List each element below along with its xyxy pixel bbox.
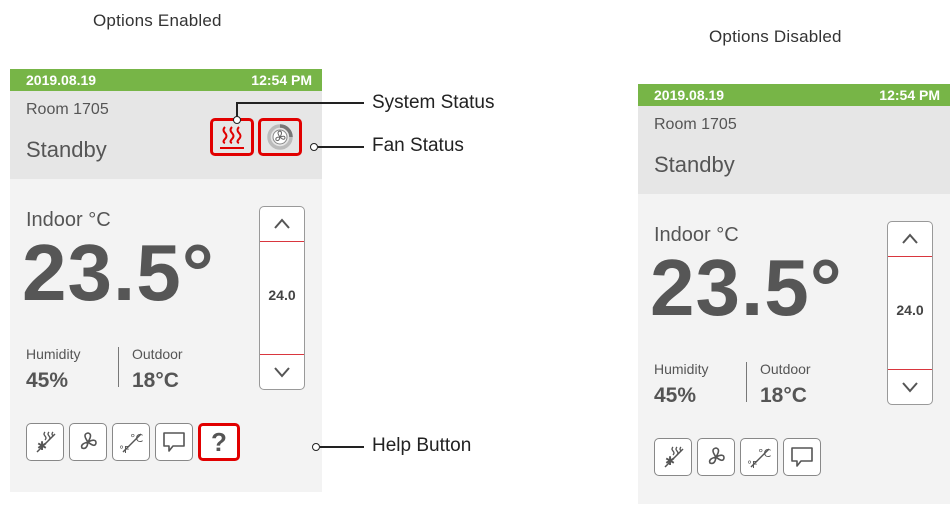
svg-text:✱: ✱ <box>37 439 47 453</box>
fan-icon <box>267 124 293 150</box>
setpoint-down-button[interactable] <box>260 354 304 389</box>
unit-toggle-button[interactable]: °C °F <box>112 423 150 461</box>
setpoint-value: 24.0 <box>896 302 924 318</box>
option-buttons: ✱ °C °F <box>654 438 821 476</box>
svg-text:°C: °C <box>758 447 772 460</box>
unit-toggle-icon: °C °F <box>119 432 144 456</box>
date-text: 2019.08.19 <box>26 72 97 88</box>
humidity-value: 45% <box>26 369 69 392</box>
main-area: Indoor °C 23.5° Humidity 45% Outdoor 18°… <box>638 194 950 507</box>
humidity-label: Humidity <box>654 361 709 377</box>
setpoint-control: 24.0 <box>259 206 305 390</box>
fan-status-leader <box>318 146 364 148</box>
outdoor-value: 18°C <box>132 369 179 392</box>
main-area: Indoor °C 23.5° Humidity 45% Outdoor 18°… <box>10 179 322 492</box>
option-buttons: ✱ °C °F ? <box>26 423 240 461</box>
outdoor-label: Outdoor <box>760 361 811 377</box>
divider <box>118 347 119 387</box>
humidity-label: Humidity <box>26 346 81 362</box>
chevron-up-icon <box>274 218 290 229</box>
divider <box>746 362 747 402</box>
help-button-dot <box>312 443 320 451</box>
mode-button[interactable]: ✱ <box>26 423 64 461</box>
fan-mode-icon <box>708 447 725 465</box>
setpoint-up-button[interactable] <box>260 207 304 242</box>
cool-mode-icon: ✱ <box>36 431 56 453</box>
unit-toggle-icon: °C °F <box>747 447 772 471</box>
caption-options-enabled: Options Enabled <box>93 11 222 30</box>
message-button[interactable] <box>155 423 193 461</box>
outdoor-label: Outdoor <box>132 346 183 362</box>
fan-status-label: Fan Status <box>372 135 464 156</box>
setpoint-up-button[interactable] <box>888 222 932 257</box>
mode-text: Standby <box>26 137 107 162</box>
fan-status-dot <box>310 143 318 151</box>
date-text: 2019.08.19 <box>654 87 725 103</box>
room-name: Room 1705 <box>26 101 109 118</box>
fan-status-icon <box>258 118 302 156</box>
unit-toggle-button[interactable]: °C °F <box>740 438 778 476</box>
fan-mode-icon <box>80 432 97 450</box>
fan-mode-button[interactable] <box>69 423 107 461</box>
system-status-label: System Status <box>372 92 495 113</box>
room-name: Room 1705 <box>654 116 737 133</box>
message-icon <box>163 432 185 452</box>
help-button-leader <box>320 446 364 448</box>
chevron-up-icon <box>902 233 918 244</box>
time-text: 12:54 PM <box>251 72 312 88</box>
help-button-label: Help Button <box>372 435 472 456</box>
humidity-value: 45% <box>654 384 697 407</box>
svg-text:✱: ✱ <box>665 454 675 468</box>
status-bar: 2019.08.19 12:54 PM <box>10 69 322 91</box>
caption-options-disabled: Options Disabled <box>709 27 842 46</box>
setpoint-value: 24.0 <box>268 287 296 303</box>
fan-mode-button[interactable] <box>697 438 735 476</box>
outdoor-value: 18°C <box>760 384 807 407</box>
status-icons <box>210 118 302 156</box>
svg-text:°F: °F <box>119 445 130 456</box>
thermostat-panel-disabled: 2019.08.19 12:54 PM Room 1705 Standby In… <box>638 84 950 504</box>
header: Room 1705 Standby <box>10 91 322 179</box>
indoor-temperature: 23.5° <box>650 243 843 332</box>
help-button[interactable]: ? <box>198 423 240 461</box>
heat-icon <box>220 126 244 149</box>
svg-text:°C: °C <box>130 432 144 445</box>
indoor-temperature: 23.5° <box>22 228 215 317</box>
header: Room 1705 Standby <box>638 106 950 194</box>
status-bar: 2019.08.19 12:54 PM <box>638 84 950 106</box>
message-button[interactable] <box>783 438 821 476</box>
thermostat-panel-enabled: 2019.08.19 12:54 PM Room 1705 Standby In… <box>10 69 322 492</box>
mode-button[interactable]: ✱ <box>654 438 692 476</box>
setpoint-down-button[interactable] <box>888 369 932 404</box>
chevron-down-icon <box>902 382 918 393</box>
chevron-down-icon <box>274 367 290 378</box>
system-status-dot <box>233 116 241 124</box>
setpoint-control: 24.0 <box>887 221 933 405</box>
time-text: 12:54 PM <box>879 87 940 103</box>
mode-text: Standby <box>654 152 735 177</box>
message-icon <box>791 447 813 467</box>
cool-mode-icon: ✱ <box>664 446 684 468</box>
system-status-icon <box>210 118 254 156</box>
system-status-leader <box>236 102 364 104</box>
svg-text:°F: °F <box>747 460 758 471</box>
